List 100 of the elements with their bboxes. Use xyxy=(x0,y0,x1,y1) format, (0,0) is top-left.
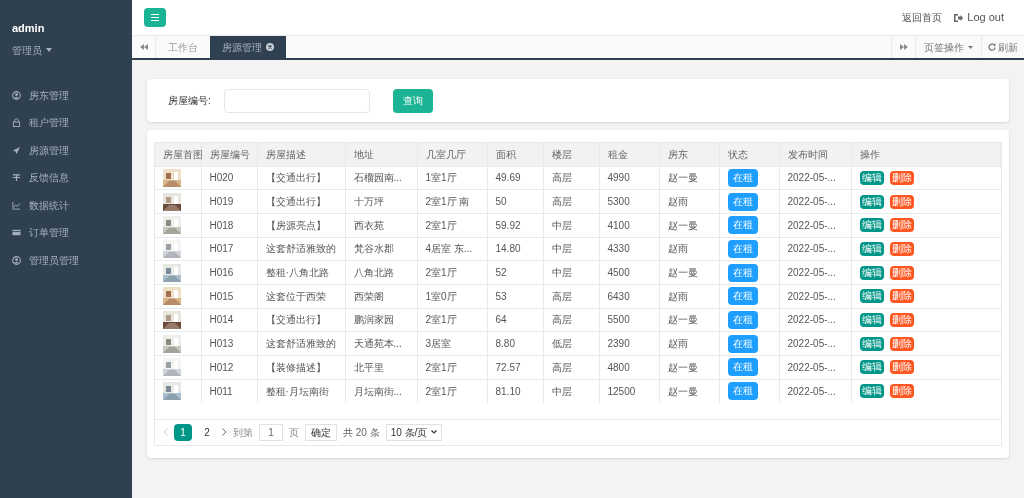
delete-button[interactable]: 删除 xyxy=(889,170,914,185)
tab-options-button[interactable]: 页签操作 xyxy=(915,36,981,58)
confirm-button[interactable]: 确定 xyxy=(305,423,337,441)
table-cell: 八角北路 xyxy=(353,267,394,279)
table-cell: 4100 xyxy=(607,219,630,231)
delete-button[interactable]: 删除 xyxy=(889,194,914,209)
table-cell: 4330 xyxy=(607,243,630,255)
tab[interactable]: 工作台 xyxy=(156,36,210,58)
user-role[interactable]: 管理员 xyxy=(12,42,42,58)
table-cell: 赵雨 xyxy=(667,196,688,208)
search-field[interactable] xyxy=(223,88,370,113)
table-cell: H019 xyxy=(209,196,234,208)
delete-button[interactable]: 删除 xyxy=(889,289,914,304)
card-icon xyxy=(12,228,21,238)
lock-icon xyxy=(12,118,21,128)
page-field[interactable]: 1 xyxy=(259,423,283,441)
table-cell: 【交通出行】 xyxy=(265,314,326,326)
menu-button[interactable] xyxy=(144,8,166,27)
table-cell: 赵一曼 xyxy=(667,172,698,184)
sidebar-item[interactable]: 数据统计 xyxy=(0,191,132,219)
table-cell: 2022-05-... xyxy=(787,243,836,255)
field-label: 房屋编号: xyxy=(168,94,211,108)
edit-button[interactable]: 编辑 xyxy=(859,218,884,233)
edit-button[interactable]: 编辑 xyxy=(859,312,884,327)
table-cell: 2022-05-... xyxy=(787,290,836,302)
table-cell: 中层 xyxy=(551,243,572,255)
table-cell: 2室1厅 xyxy=(425,385,457,397)
user-icon xyxy=(12,90,21,100)
table-cell: 赵一曼 xyxy=(667,385,698,397)
table-cell: H015 xyxy=(209,290,234,302)
table-cell: 十万坪 xyxy=(353,196,384,208)
search-button[interactable]: 查询 xyxy=(392,88,433,113)
logout-link[interactable]: Log out xyxy=(954,9,1004,26)
table-cell: 8.80 xyxy=(495,338,515,350)
close-icon[interactable] xyxy=(266,43,274,51)
edit-button[interactable]: 编辑 xyxy=(859,384,884,399)
table-cell: 53 xyxy=(495,290,507,302)
edit-button[interactable]: 编辑 xyxy=(859,289,884,304)
delete-button[interactable]: 删除 xyxy=(889,384,914,399)
table-cell: 整租·月坛南街 xyxy=(265,385,329,397)
status-badge: 在租 xyxy=(727,239,758,258)
table-cell: 4居室 东... xyxy=(425,243,473,255)
table-cell: 50 xyxy=(495,196,507,208)
status-badge: 在租 xyxy=(727,192,758,211)
user-name: admin xyxy=(12,21,46,36)
delete-button[interactable]: 删除 xyxy=(889,312,914,327)
table-cell: 1室0厅 xyxy=(425,290,457,302)
table-cell: 赵雨 xyxy=(667,290,688,302)
table-cell: 【交通出行】 xyxy=(265,172,326,184)
table-cell: 中层 xyxy=(551,385,572,397)
column-header: 面积 xyxy=(495,148,516,160)
delete-button[interactable]: 删除 xyxy=(889,336,914,351)
table-cell: 72.57 xyxy=(495,361,521,373)
sidebar-item[interactable]: 租户管理 xyxy=(0,109,132,137)
tab[interactable]: 房源管理 xyxy=(210,36,286,58)
table-cell: 2室1厅 xyxy=(425,267,457,279)
page-button[interactable]: 1 xyxy=(174,423,192,441)
table-cell: 天通苑本... xyxy=(353,338,402,350)
page-button[interactable]: 2 xyxy=(198,423,216,441)
refresh-button[interactable]: 刷新 xyxy=(981,36,1024,58)
status-badge: 在租 xyxy=(727,310,758,329)
home-link[interactable]: 返回首页 xyxy=(902,10,943,25)
table-cell: 赵一曼 xyxy=(667,314,698,326)
table-cell: 赵一曼 xyxy=(667,219,698,231)
page-size-select[interactable]: 10 条/页 xyxy=(385,423,443,441)
delete-button[interactable]: 删除 xyxy=(889,265,914,280)
delete-button[interactable]: 删除 xyxy=(889,360,914,375)
next-page-icon[interactable] xyxy=(222,428,227,437)
user-icon xyxy=(12,255,21,265)
sidebar-item[interactable]: 管理员管理 xyxy=(0,246,132,274)
edit-button[interactable]: 编辑 xyxy=(859,241,884,256)
table-cell: 5300 xyxy=(607,196,630,208)
sidebar-item[interactable]: 订单管理 xyxy=(0,219,132,247)
table-cell: 6430 xyxy=(607,290,630,302)
sidebar-item[interactable]: 房源管理 xyxy=(0,136,132,164)
edit-button[interactable]: 编辑 xyxy=(859,194,884,209)
table-cell: 2022-05-... xyxy=(787,172,836,184)
table-cell: 2022-05-... xyxy=(787,385,836,397)
table-cell: H012 xyxy=(209,361,234,373)
caret-icon[interactable] xyxy=(46,48,52,52)
table-cell: 1室1厅 xyxy=(425,172,457,184)
total-count: 共 20 条 xyxy=(343,425,380,440)
table-cell: 81.10 xyxy=(495,385,521,397)
delete-button[interactable]: 删除 xyxy=(889,241,914,256)
table-cell: 这套舒适雅致的 xyxy=(265,338,336,350)
edit-button[interactable]: 编辑 xyxy=(859,170,884,185)
column-header: 几室几厅 xyxy=(425,148,466,160)
table-cell: 石榴园南... xyxy=(353,172,402,184)
logout-icon xyxy=(954,13,964,22)
table-cell: 2022-05-... xyxy=(787,314,836,326)
edit-button[interactable]: 编辑 xyxy=(859,360,884,375)
table-cell: 4500 xyxy=(607,267,630,279)
delete-button[interactable]: 删除 xyxy=(889,218,914,233)
column-header: 操作 xyxy=(859,148,880,160)
table-cell: H016 xyxy=(209,267,234,279)
edit-button[interactable]: 编辑 xyxy=(859,336,884,351)
sidebar-item[interactable]: 反馈信息 xyxy=(0,164,132,192)
status-badge: 在租 xyxy=(727,216,758,235)
edit-button[interactable]: 编辑 xyxy=(859,265,884,280)
sidebar-item[interactable]: 房东管理 xyxy=(0,81,132,109)
